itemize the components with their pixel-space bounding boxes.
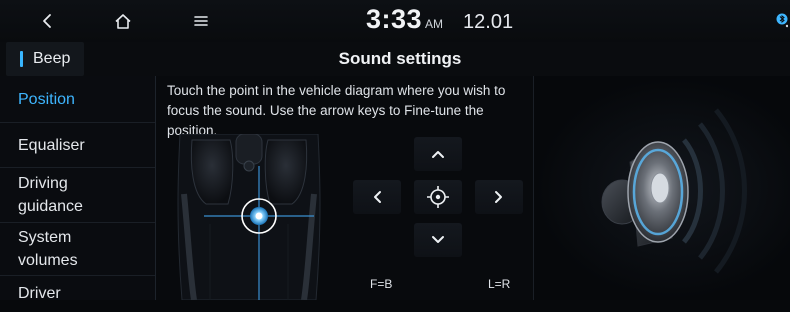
left-arrow-button[interactable] bbox=[353, 180, 401, 214]
sidebar-item-label: System volumes bbox=[18, 229, 78, 269]
tab-indicator bbox=[20, 51, 23, 67]
menu-button[interactable] bbox=[184, 5, 218, 37]
home-icon bbox=[115, 13, 131, 29]
sidebar-item-label: Equaliser bbox=[18, 136, 85, 154]
speaker-icon bbox=[601, 108, 747, 274]
right-arrow-button[interactable] bbox=[475, 180, 523, 214]
left-right-balance-button[interactable]: L=R bbox=[488, 277, 510, 291]
chevron-down-icon bbox=[432, 236, 444, 243]
sidebar-item-position[interactable]: Position bbox=[0, 76, 155, 123]
page-title: Sound settings bbox=[338, 49, 462, 68]
sidebar-item-equaliser[interactable]: Equaliser bbox=[0, 123, 155, 168]
speaker-visual bbox=[534, 76, 790, 300]
chevron-right-icon bbox=[495, 191, 502, 203]
instruction-text: Touch the point in the vehicle diagram w… bbox=[167, 83, 506, 138]
clock-date: 12.01 bbox=[463, 11, 514, 33]
clock: 3:33 AM 12.01 bbox=[366, 4, 513, 40]
down-arrow-button[interactable] bbox=[414, 223, 462, 257]
position-panel: Touch the point in the vehicle diagram w… bbox=[156, 76, 534, 300]
sidebar-item-label: Driving guidance bbox=[18, 175, 83, 215]
home-button[interactable] bbox=[106, 5, 140, 37]
sidebar-item-driver[interactable]: Driver bbox=[0, 276, 155, 312]
sidebar-item-label: Driver bbox=[18, 285, 61, 302]
vehicle-diagram[interactable] bbox=[170, 134, 328, 300]
menu-icon bbox=[194, 16, 208, 26]
clock-time: 3:33 bbox=[366, 4, 423, 34]
chevron-up-icon bbox=[432, 151, 444, 158]
center-button[interactable] bbox=[414, 180, 462, 214]
up-arrow-button[interactable] bbox=[414, 137, 462, 171]
clock-ampm: AM bbox=[425, 17, 444, 31]
beep-tab-label: Beep bbox=[33, 50, 71, 67]
sidebar-item-label: Position bbox=[18, 90, 75, 108]
back-button[interactable] bbox=[30, 5, 64, 37]
chevron-left-icon bbox=[43, 14, 51, 28]
sidebar-item-system-volumes[interactable]: System volumes bbox=[0, 223, 155, 276]
header-row: Beep Sound settings bbox=[0, 42, 790, 77]
chevron-left-icon bbox=[374, 191, 381, 203]
beep-tab-button[interactable]: Beep bbox=[6, 42, 84, 76]
sidebar: Position Equaliser Driving guidance Syst… bbox=[0, 76, 156, 302]
front-back-balance-button[interactable]: F=B bbox=[370, 277, 392, 291]
status-bar: 3:33 AM 12.01 bbox=[0, 0, 790, 43]
sidebar-item-driving-guidance[interactable]: Driving guidance bbox=[0, 168, 155, 223]
bluetooth-icon bbox=[776, 13, 788, 28]
target-icon bbox=[427, 186, 449, 208]
